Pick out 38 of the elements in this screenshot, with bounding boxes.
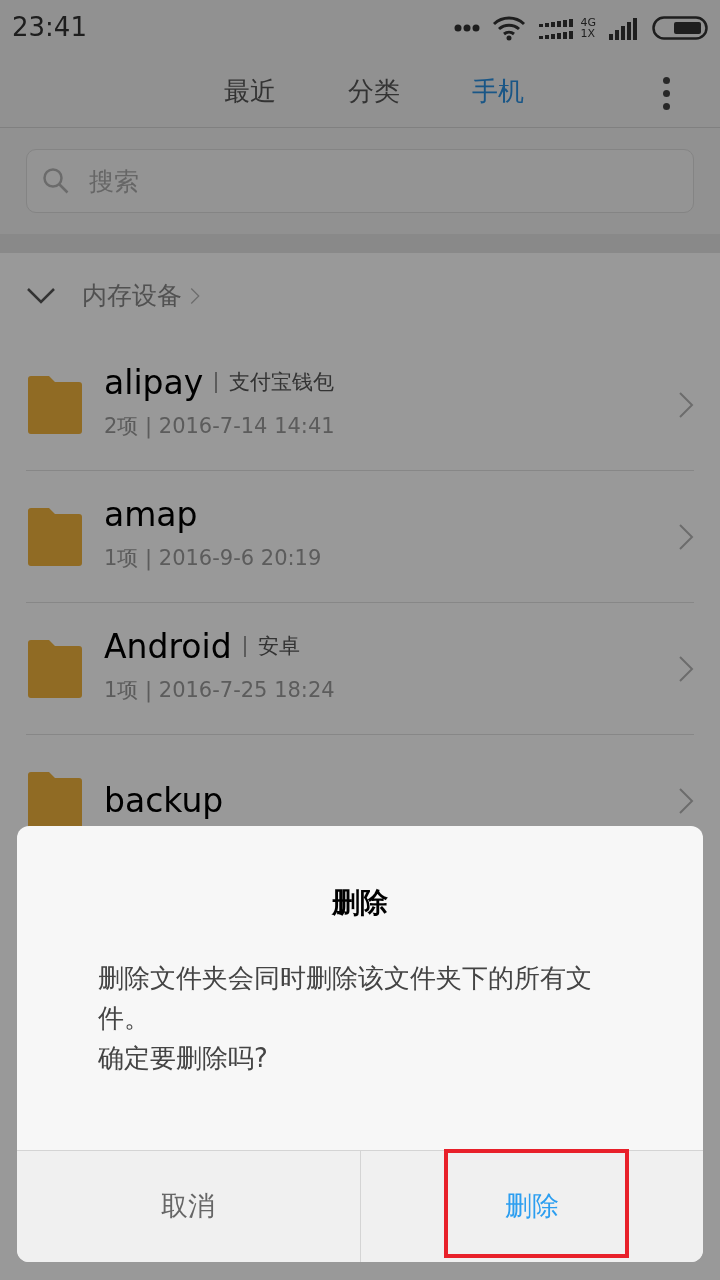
wifi-icon [492,14,527,41]
more-dots-icon [454,23,481,32]
folder-meta: 2项 | 2016-7-14 14:41 [104,413,336,441]
chevron-right-icon [678,390,694,419]
chevron-right-icon [678,654,694,683]
folder-name: alipay [104,366,204,400]
status-time: 23:41 [12,11,87,44]
chevron-right-icon [678,522,694,551]
folder-row[interactable]: alipay 支付宝钱包 2项 | 2016-7-14 14:41 [26,339,694,471]
more-menu-icon[interactable] [663,77,670,110]
dialog-title: 删除 [330,885,389,921]
search-icon [42,167,70,195]
network-type-label: 4G [580,16,596,28]
folder-tag: 安卓 [243,636,300,658]
folder-name: Android [104,630,232,664]
tab[interactable]: 分类 [348,71,400,111]
folder-row[interactable]: Android 安卓 1项 | 2016-7-25 18:24 [26,603,694,735]
breadcrumb-chevron-icon [190,286,200,306]
folder-icon [26,506,84,567]
folder-meta: 1项 | 2016-9-6 20:19 [104,545,323,573]
folder-name: amap [104,498,198,532]
signal-icon [608,15,640,40]
tab[interactable]: 最近 [224,71,276,111]
cancel-button[interactable]: 取消 [17,1151,360,1262]
storage-breadcrumb[interactable]: 内存设备 [82,277,182,315]
folder-tag: 支付宝钱包 [215,372,335,394]
chevron-right-icon [678,786,694,815]
folder-name: backup [104,784,224,817]
dialog-message: 删除文件夹会同时删除该文件夹下的所有文件。 [98,962,593,1035]
collapse-chevron-icon[interactable] [26,287,56,305]
folder-icon [26,638,84,699]
delete-button[interactable]: 删除 [360,1151,703,1262]
folder-meta: 1项 | 2016-7-25 18:24 [104,677,336,705]
folder-row[interactable]: amap 1项 | 2016-9-6 20:19 [26,471,694,603]
folder-icon [26,374,84,435]
battery-icon [652,15,708,40]
dialog-question: 确定要删除吗? [98,1042,269,1075]
network-type-label: 1X [580,27,596,39]
